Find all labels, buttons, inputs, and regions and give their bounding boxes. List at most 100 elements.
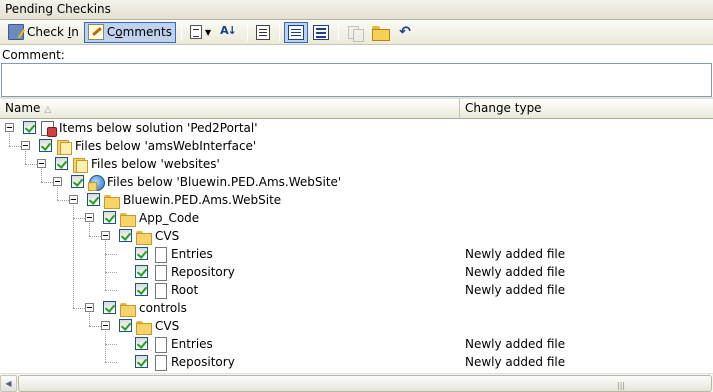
collapse-toggle-icon[interactable] <box>85 213 94 222</box>
compare-icon <box>347 25 365 42</box>
tree-connector-line <box>25 164 37 165</box>
collapse-toggle-icon[interactable] <box>69 195 78 204</box>
tree-row[interactable]: Root Newly added file <box>0 281 713 299</box>
tree-row[interactable]: Entries Newly added file <box>0 335 713 353</box>
collapse-toggle-icon[interactable] <box>53 177 62 186</box>
flat-view-button[interactable] <box>309 22 333 43</box>
file-icon <box>152 246 168 263</box>
undo-icon: ↶ <box>399 24 411 40</box>
tree-item-label: Bluewin.PED.Ams.WebSite <box>123 193 282 207</box>
tree-item-label: Repository <box>171 265 235 279</box>
check-in-button[interactable]: Check In <box>4 22 83 43</box>
folder-icon <box>136 228 152 245</box>
tree-row[interactable]: Bluewin.PED.Ams.WebSite <box>0 191 713 209</box>
toolbar-separator <box>279 23 281 41</box>
tree-guide-line <box>89 313 90 326</box>
scroll-left-arrow-icon[interactable]: ◀ <box>0 375 17 392</box>
tree-item-label: Items below solution 'Ped2Portal' <box>59 121 258 135</box>
scrollbar-grip-icon: ||| <box>617 381 626 390</box>
tree-row[interactable]: App_Code <box>0 209 713 227</box>
tree-view-button[interactable] <box>284 21 309 43</box>
file-icon <box>152 354 168 371</box>
column-header-name[interactable]: Name △ <box>0 99 460 119</box>
change-type-cell: Newly added file <box>465 247 566 261</box>
collapse-toggle-icon[interactable] <box>21 141 30 150</box>
include-checkbox[interactable] <box>135 265 148 278</box>
open-folder-icon <box>56 138 72 155</box>
include-checkbox[interactable] <box>71 175 84 188</box>
comment-input[interactable] <box>1 63 712 97</box>
tree-row[interactable]: Entries Newly added file <box>0 245 713 263</box>
tree-item-label: Entries <box>171 247 213 261</box>
include-checkbox[interactable] <box>119 319 132 332</box>
tree-connector-line <box>105 344 117 345</box>
compare-button[interactable] <box>343 22 367 43</box>
open-button[interactable] <box>368 22 394 43</box>
tree-row[interactable]: CVS <box>0 317 713 335</box>
horizontal-scrollbar[interactable]: ◀ ||| <box>0 373 713 392</box>
change-type-cell: Newly added file <box>465 283 566 297</box>
tree-item-label: controls <box>139 301 187 315</box>
include-checkbox[interactable] <box>135 337 148 350</box>
tree-guide-line <box>9 133 10 146</box>
column-header-change-label: Change type <box>465 101 542 115</box>
tree-item-label: Repository <box>171 355 235 369</box>
comments-label: Comments <box>106 25 172 39</box>
tree-row[interactable]: controls <box>0 299 713 317</box>
tree-connector-line <box>89 236 101 237</box>
include-checkbox[interactable] <box>135 247 148 260</box>
include-checkbox[interactable] <box>87 193 100 206</box>
file-icon <box>152 282 168 299</box>
include-checkbox[interactable] <box>103 301 116 314</box>
tree-item-label: CVS <box>155 229 180 243</box>
collapse-toggle-icon[interactable] <box>37 159 46 168</box>
collapse-toggle-icon[interactable] <box>101 321 110 330</box>
collapse-toggle-icon[interactable] <box>5 123 14 132</box>
properties-button[interactable] <box>252 22 274 43</box>
tree-item-label: App_Code <box>139 211 200 225</box>
tree-row[interactable]: Files below 'amsWebInterface' <box>0 137 713 155</box>
scrollbar-thumb[interactable]: ||| <box>18 375 712 392</box>
include-checkbox[interactable] <box>55 157 68 170</box>
sort-button[interactable]: A↓ <box>216 22 242 43</box>
tree-guide-line <box>89 223 90 236</box>
tree-connector-line <box>105 362 117 363</box>
dropdown-arrow-icon: ▼ <box>204 27 212 37</box>
sort-az-icon: A↓ <box>220 24 237 37</box>
undo-button[interactable]: ↶ <box>395 22 419 43</box>
include-checkbox[interactable] <box>23 121 36 134</box>
include-checkbox[interactable] <box>39 139 52 152</box>
tree-item-label: Files below 'amsWebInterface' <box>75 139 257 153</box>
include-checkbox[interactable] <box>135 355 148 368</box>
tree-guide-line <box>41 169 42 182</box>
collapse-toggle-icon[interactable] <box>85 303 94 312</box>
folder-icon <box>136 318 152 335</box>
comments-button[interactable]: Comments <box>83 21 176 43</box>
tree-row[interactable]: Repository Newly added file <box>0 353 713 371</box>
check-in-icon <box>8 24 24 40</box>
properties-icon <box>256 24 271 40</box>
include-checkbox[interactable] <box>103 211 116 224</box>
file-icon <box>152 336 168 353</box>
tree-row[interactable]: CVS <box>0 227 713 245</box>
folder-icon <box>120 210 136 227</box>
collapse-toggle-icon[interactable] <box>101 231 110 240</box>
column-header-change-type[interactable]: Change type <box>460 99 713 119</box>
tree-connector-line <box>73 308 85 309</box>
web-project-icon <box>88 174 105 191</box>
tree-guide-line <box>25 151 26 164</box>
change-type-cell: Newly added file <box>465 265 566 279</box>
open-folder-icon <box>372 25 391 41</box>
include-checkbox[interactable] <box>135 283 148 296</box>
tree-row[interactable]: Repository Newly added file <box>0 263 713 281</box>
tree-connector-line <box>105 254 117 255</box>
tree-row[interactable]: Files below 'Bluewin.PED.Ams.WebSite' <box>0 173 713 191</box>
tree-connector-line <box>105 290 117 291</box>
tree-row[interactable]: Files below 'websites' <box>0 155 713 173</box>
toolbar-separator <box>180 23 182 41</box>
column-header-name-label: Name <box>5 101 41 115</box>
view-options-dropdown[interactable]: ▼ <box>186 22 215 43</box>
include-checkbox[interactable] <box>119 229 132 242</box>
tree-row[interactable]: Items below solution 'Ped2Portal' <box>0 119 713 137</box>
tree-item-label: CVS <box>155 319 180 333</box>
